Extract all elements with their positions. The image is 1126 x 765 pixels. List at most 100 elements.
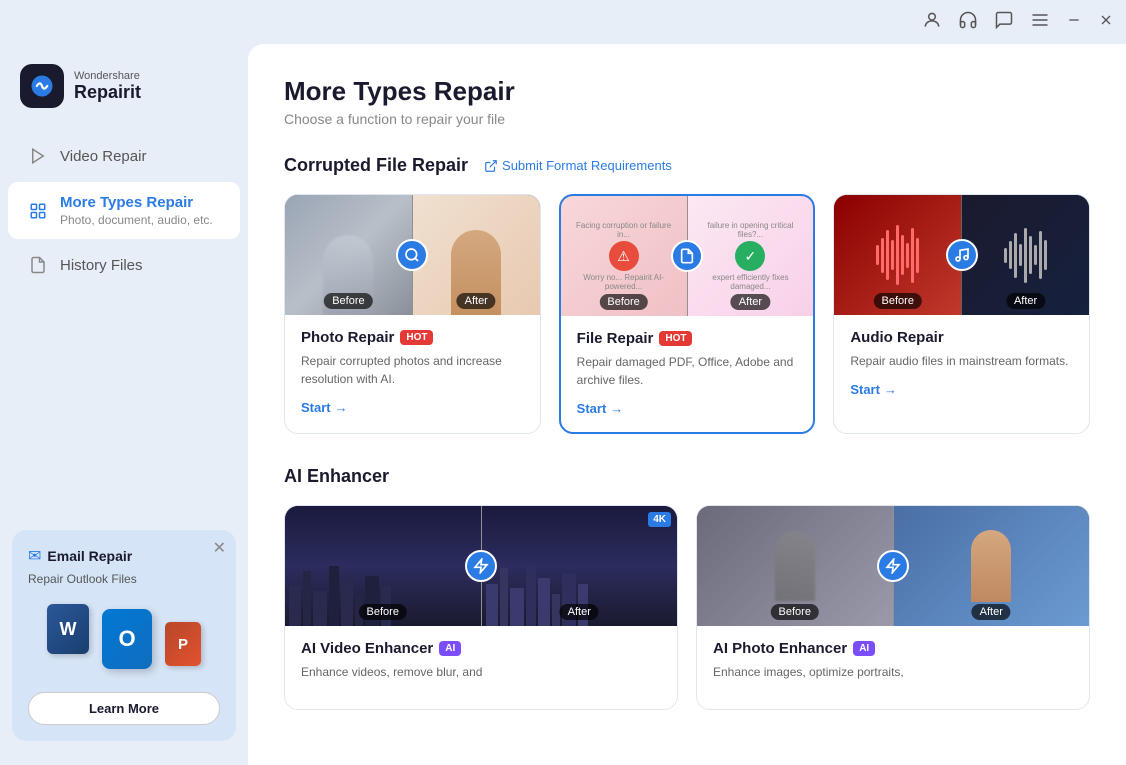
- ai-photo-after-half: After: [894, 506, 1090, 626]
- photo-repair-card[interactable]: Before After: [284, 194, 541, 434]
- audio-after-half: After: [962, 195, 1089, 315]
- file-repair-name-row: File Repair HOT: [577, 330, 798, 347]
- ai-photo-enhancer-card[interactable]: Before After: [696, 505, 1090, 710]
- logo-product: Repairit: [74, 82, 141, 103]
- photo-repair-image: Before After: [285, 195, 540, 315]
- ai-video-desc: Enhance videos, remove blur, and: [301, 663, 661, 681]
- promo-card: ✕ ✉ Email Repair Repair Outlook Files W …: [12, 530, 236, 741]
- close-icon[interactable]: [1098, 12, 1114, 33]
- powerpoint-icon: P: [165, 622, 201, 666]
- file-after-half: failure in opening critical files?... ✓ …: [688, 196, 814, 316]
- ai-photo-name-row: AI Photo Enhancer AI: [713, 640, 1073, 657]
- chat-icon[interactable]: [994, 10, 1014, 35]
- logo-brand: Wondershare: [74, 70, 141, 82]
- file-after-label: After: [731, 294, 770, 310]
- photo-repair-start-label: Start: [301, 400, 331, 415]
- title-bar: [0, 0, 1126, 44]
- photo-after-half: After: [413, 195, 540, 315]
- learn-more-button[interactable]: Learn More: [28, 692, 220, 725]
- corrupted-section-header: Corrupted File Repair Submit Format Requ…: [284, 155, 1090, 176]
- promo-3d-icons: W O P: [52, 599, 196, 679]
- sidebar-item-video-repair[interactable]: Video Repair: [8, 134, 240, 178]
- photo-repair-arrow: →: [335, 400, 348, 415]
- file-repair-overlay-icon: [671, 240, 703, 272]
- file-before-half: Facing corruption or failure in... ⚠ Wor…: [561, 196, 687, 316]
- audio-repair-card[interactable]: Before: [833, 194, 1090, 434]
- ai-video-body: AI Video Enhancer AI Enhance videos, rem…: [285, 626, 677, 709]
- logo-area: Wondershare Repairit: [0, 56, 248, 132]
- ai-photo-before-label: Before: [771, 604, 819, 620]
- ai-video-image: Before: [285, 506, 677, 626]
- promo-sub: Repair Outlook Files: [28, 572, 220, 586]
- file-repair-badge: HOT: [659, 331, 692, 346]
- submit-format-link[interactable]: Submit Format Requirements: [484, 158, 672, 173]
- audio-repair-desc: Repair audio files in mainstream formats…: [850, 352, 1073, 370]
- file-repair-card[interactable]: Facing corruption or failure in... ⚠ Wor…: [559, 194, 816, 434]
- nav-item-content-history: History Files: [60, 257, 143, 274]
- photo-repair-overlay-icon: [396, 239, 428, 271]
- ai-photo-name: AI Photo Enhancer: [713, 640, 847, 657]
- nav-sub-more-types: Photo, document, audio, etc.: [60, 213, 213, 227]
- ai-photo-before-half: Before: [697, 506, 893, 626]
- photo-repair-start[interactable]: Start →: [301, 400, 524, 415]
- file-repair-name: File Repair: [577, 330, 654, 347]
- user-icon[interactable]: [922, 10, 942, 35]
- audio-repair-body: Audio Repair Repair audio files in mains…: [834, 315, 1089, 413]
- minimize-icon[interactable]: [1066, 12, 1082, 33]
- ai-video-overlay-icon: [465, 550, 497, 582]
- audio-repair-arrow: →: [884, 382, 897, 397]
- file-repair-start-label: Start: [577, 401, 607, 416]
- file-repair-start[interactable]: Start →: [577, 401, 798, 416]
- ai-video-before-half: Before: [285, 506, 481, 626]
- photo-repair-name-row: Photo Repair HOT: [301, 329, 524, 346]
- file-before-label: Before: [599, 294, 647, 310]
- ai-video-after-label: After: [560, 604, 599, 620]
- ai-video-name: AI Video Enhancer: [301, 640, 433, 657]
- ai-video-enhancer-card[interactable]: Before: [284, 505, 678, 710]
- audio-before-label: Before: [874, 293, 922, 309]
- ai-photo-desc: Enhance images, optimize portraits,: [713, 663, 1073, 681]
- more-types-icon: [28, 201, 48, 221]
- promo-image: W O P: [28, 594, 220, 684]
- file-repair-arrow: →: [610, 401, 623, 416]
- headset-icon[interactable]: [958, 10, 978, 35]
- logo-text: Wondershare Repairit: [74, 70, 141, 103]
- audio-repair-image: Before: [834, 195, 1089, 315]
- promo-close-icon[interactable]: ✕: [213, 538, 226, 558]
- email-icon: ✉: [28, 546, 41, 566]
- ai-video-badge: AI: [439, 641, 461, 656]
- ai-section-title: AI Enhancer: [284, 466, 389, 487]
- audio-repair-start[interactable]: Start →: [850, 382, 1073, 397]
- ai-video-before-label: Before: [359, 604, 407, 620]
- ai-photo-image: Before After: [697, 506, 1089, 626]
- promo-icon-area: ✉ Email Repair: [28, 546, 220, 566]
- ai-cards-grid: Before: [284, 505, 1090, 710]
- external-link-icon: [484, 159, 498, 173]
- video-repair-icon: [28, 146, 48, 166]
- photo-before-half: Before: [285, 195, 412, 315]
- nav-label-history-files: History Files: [60, 257, 143, 274]
- photo-repair-badge: HOT: [400, 330, 433, 345]
- sidebar-item-history-files[interactable]: History Files: [8, 243, 240, 287]
- nav-item-content-more: More Types Repair Photo, document, audio…: [60, 194, 213, 227]
- menu-icon[interactable]: [1030, 10, 1050, 35]
- ai-section-header: AI Enhancer: [284, 466, 1090, 487]
- photo-repair-body: Photo Repair HOT Repair corrupted photos…: [285, 315, 540, 431]
- audio-repair-name-row: Audio Repair: [850, 329, 1073, 346]
- sidebar-item-more-types-repair[interactable]: More Types Repair Photo, document, audio…: [8, 182, 240, 239]
- ai-photo-overlay-icon: [877, 550, 909, 582]
- ai-video-name-row: AI Video Enhancer AI: [301, 640, 661, 657]
- nav-item-content-video: Video Repair: [60, 148, 146, 165]
- ai-video-4k-badge: 4K: [648, 512, 671, 527]
- file-repair-body: File Repair HOT Repair damaged PDF, Offi…: [561, 316, 814, 432]
- photo-repair-desc: Repair corrupted photos and increase res…: [301, 352, 524, 388]
- corrupted-section-title: Corrupted File Repair: [284, 155, 468, 176]
- main-content: More Types Repair Choose a function to r…: [248, 44, 1126, 765]
- history-files-icon: [28, 255, 48, 275]
- audio-repair-start-label: Start: [850, 382, 880, 397]
- app-logo-icon: [20, 64, 64, 108]
- photo-before-label: Before: [324, 293, 372, 309]
- app-body: Wondershare Repairit Video Repair M: [0, 44, 1126, 765]
- page-subtitle: Choose a function to repair your file: [284, 111, 1090, 127]
- promo-title: Email Repair: [47, 548, 132, 564]
